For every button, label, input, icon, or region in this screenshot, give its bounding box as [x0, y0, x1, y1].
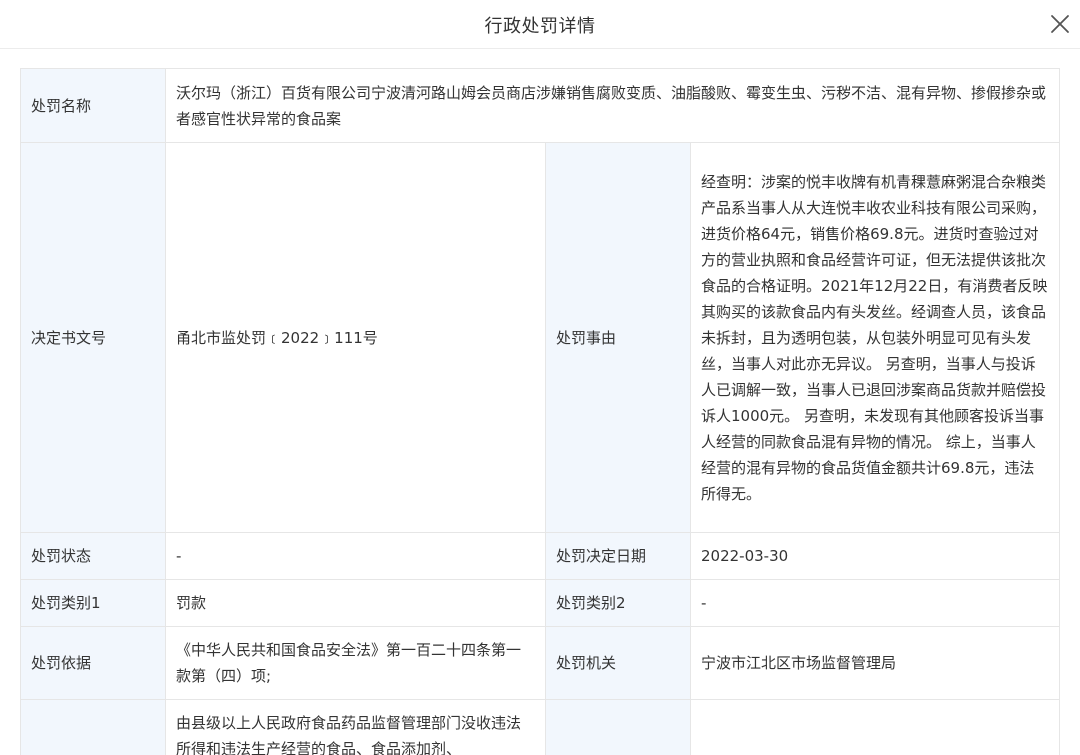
value-result: 由县级以上人民政府食品药品监督管理部门没收违法所得和违法生产经营的食品、食品添加… [165, 699, 546, 755]
value-status: - [165, 532, 546, 580]
value-decision-date: 2022-03-30 [689, 532, 1061, 580]
value-basis: 《中华人民共和国食品安全法》第一百二十四条第一款第（四）项; [165, 626, 546, 700]
label-result [20, 699, 166, 755]
value-category2: - [689, 579, 1061, 627]
value-category1: 罚款 [165, 579, 546, 627]
label-decision-date: 处罚决定日期 [545, 532, 691, 580]
label-decision-no: 决定书文号 [20, 142, 166, 533]
row-basis-authority: 处罚依据 《中华人民共和国食品安全法》第一百二十四条第一款第（四）项; 处罚机关… [20, 626, 1061, 700]
row-categories: 处罚类别1 罚款 处罚类别2 - [20, 579, 1061, 627]
row-result: 由县级以上人民政府食品药品监督管理部门没收违法所得和违法生产经营的食品、食品添加… [20, 699, 1061, 755]
row-decision-reason: 决定书文号 甬北市监处罚﹝2022﹞111号 处罚事由 经查明：涉案的悦丰收牌有… [20, 142, 1061, 533]
value-result-extra [689, 699, 1061, 755]
label-basis: 处罚依据 [20, 626, 166, 700]
label-category1: 处罚类别1 [20, 579, 166, 627]
label-reason: 处罚事由 [545, 142, 691, 533]
penalty-detail-dialog: 行政处罚详情 处罚名称 沃尔玛（浙江）百货有限公司宁波清河路山姆会员商店涉嫌销售… [0, 0, 1080, 755]
label-penalty-name: 处罚名称 [20, 68, 166, 143]
close-icon [1051, 15, 1069, 33]
label-status: 处罚状态 [20, 532, 166, 580]
value-decision-no: 甬北市监处罚﹝2022﹞111号 [165, 142, 546, 533]
detail-table-container: 处罚名称 沃尔玛（浙江）百货有限公司宁波清河路山姆会员商店涉嫌销售腐败变质、油脂… [20, 68, 1061, 755]
dialog-header: 行政处罚详情 [0, 0, 1080, 49]
value-penalty-name: 沃尔玛（浙江）百货有限公司宁波清河路山姆会员商店涉嫌销售腐败变质、油脂酸败、霉变… [164, 68, 1061, 143]
close-button[interactable] [1048, 12, 1072, 36]
detail-table: 处罚名称 沃尔玛（浙江）百货有限公司宁波清河路山姆会员商店涉嫌销售腐败变质、油脂… [20, 68, 1061, 755]
value-authority: 宁波市江北区市场监督管理局 [689, 626, 1061, 700]
value-reason: 经查明：涉案的悦丰收牌有机青稞薏麻粥混合杂粮类产品系当事人从大连悦丰收农业科技有… [689, 142, 1061, 533]
dialog-title: 行政处罚详情 [484, 16, 596, 37]
row-status-date: 处罚状态 - 处罚决定日期 2022-03-30 [20, 532, 1061, 580]
label-authority: 处罚机关 [545, 626, 691, 700]
row-penalty-name: 处罚名称 沃尔玛（浙江）百货有限公司宁波清河路山姆会员商店涉嫌销售腐败变质、油脂… [20, 68, 1061, 143]
label-category2: 处罚类别2 [545, 579, 691, 627]
label-result-extra [545, 699, 691, 755]
